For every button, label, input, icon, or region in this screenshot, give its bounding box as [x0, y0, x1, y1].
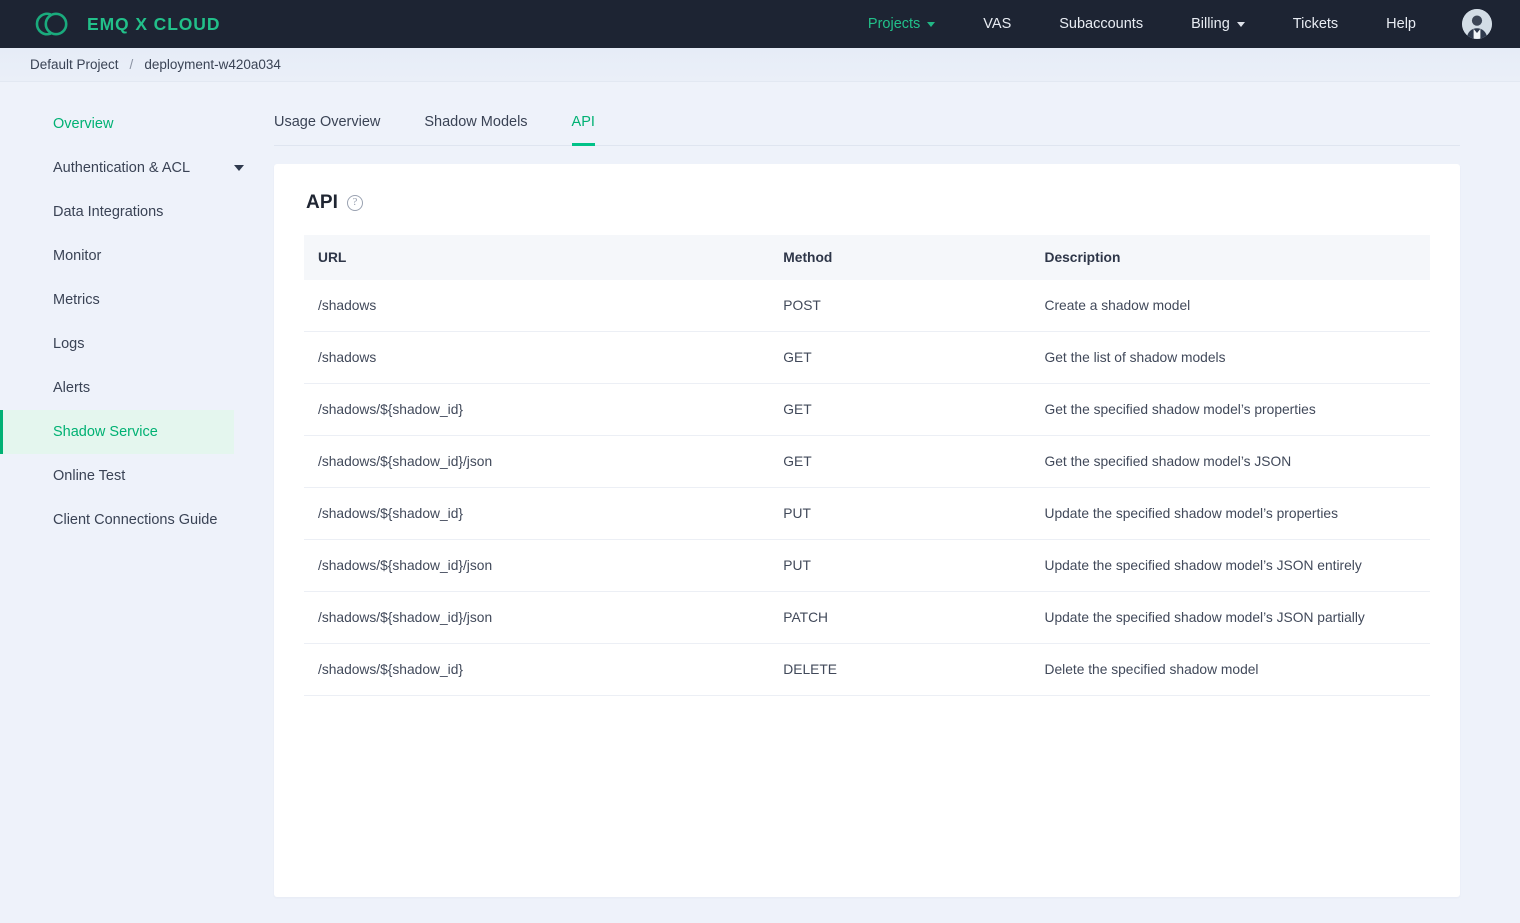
table-row: /shadows/${shadow_id}/json GET Get the s… [304, 436, 1430, 488]
nav-item-subaccounts-label: Subaccounts [1059, 16, 1143, 32]
sidebar-item-overview-label: Overview [53, 117, 113, 132]
cell-url: /shadows/${shadow_id} [304, 488, 771, 540]
sidebar-item-alerts[interactable]: Alerts [0, 366, 274, 410]
page-title: API [306, 192, 338, 214]
table-row: /shadows/${shadow_id} DELETE Delete the … [304, 644, 1430, 696]
nav-item-help[interactable]: Help [1362, 0, 1440, 48]
cell-method: PATCH [771, 592, 1032, 644]
cell-url: /shadows/${shadow_id} [304, 644, 771, 696]
nav-item-projects[interactable]: Projects [844, 0, 959, 48]
cell-url: /shadows [304, 280, 771, 332]
breadcrumb: Default Project / deployment-w420a034 [0, 48, 1520, 82]
cell-description: Get the specified shadow model’s propert… [1033, 384, 1431, 436]
card-header: API ? [304, 192, 1430, 214]
page-layout: Overview Authentication & ACL Data Integ… [0, 82, 1520, 923]
sidebar-item-logs-label: Logs [53, 337, 84, 352]
nav-item-projects-label: Projects [868, 16, 920, 32]
sidebar-item-online-test[interactable]: Online Test [0, 454, 274, 498]
table-row: /shadows/${shadow_id}/json PUT Update th… [304, 540, 1430, 592]
breadcrumb-deployment[interactable]: deployment-w420a034 [144, 57, 281, 72]
table-header: URL Method Description [304, 235, 1430, 280]
emqx-rings-logo-icon [28, 9, 76, 39]
cell-description: Delete the specified shadow model [1033, 644, 1431, 696]
sidebar-item-metrics-label: Metrics [53, 293, 100, 308]
sidebar-item-monitor[interactable]: Monitor [0, 234, 274, 278]
cell-url: /shadows [304, 332, 771, 384]
sidebar-item-client-connections-guide[interactable]: Client Connections Guide [0, 498, 274, 542]
breadcrumb-separator: / [130, 57, 134, 72]
column-header-description: Description [1033, 235, 1431, 280]
tab-usage-overview[interactable]: Usage Overview [274, 114, 380, 146]
cell-url: /shadows/${shadow_id} [304, 384, 771, 436]
nav-item-billing[interactable]: Billing [1167, 0, 1269, 48]
cell-description: Create a shadow model [1033, 280, 1431, 332]
chevron-down-icon [234, 165, 244, 171]
sidebar-item-shadow-service[interactable]: Shadow Service [0, 410, 234, 454]
table-header-row: URL Method Description [304, 235, 1430, 280]
nav-item-tickets-label: Tickets [1293, 16, 1338, 32]
chevron-down-icon [1237, 22, 1245, 27]
top-nav-items: Projects VAS Subaccounts Billing Tickets… [844, 0, 1498, 48]
cell-method: GET [771, 332, 1032, 384]
sidebar: Overview Authentication & ACL Data Integ… [0, 82, 274, 923]
table-row: /shadows/${shadow_id} GET Get the specif… [304, 384, 1430, 436]
sidebar-item-metrics[interactable]: Metrics [0, 278, 274, 322]
cell-description: Update the specified shadow model’s JSON… [1033, 592, 1431, 644]
cell-url: /shadows/${shadow_id}/json [304, 436, 771, 488]
table-body: /shadows POST Create a shadow model /sha… [304, 280, 1430, 696]
brand-logo-link[interactable]: EMQ X CLOUD [28, 9, 220, 39]
cell-description: Get the specified shadow model’s JSON [1033, 436, 1431, 488]
nav-item-billing-label: Billing [1191, 16, 1230, 32]
cell-description: Update the specified shadow model’s JSON… [1033, 540, 1431, 592]
cell-url: /shadows/${shadow_id}/json [304, 592, 771, 644]
sidebar-item-online-test-label: Online Test [53, 469, 125, 484]
nav-item-tickets[interactable]: Tickets [1269, 0, 1362, 48]
tab-api[interactable]: API [572, 114, 595, 146]
sidebar-item-client-connections-guide-label: Client Connections Guide [53, 513, 217, 528]
user-avatar[interactable] [1462, 9, 1492, 39]
breadcrumb-project[interactable]: Default Project [30, 57, 119, 72]
api-card: API ? URL Method Description /shadows [274, 164, 1460, 897]
cell-description: Update the specified shadow model’s prop… [1033, 488, 1431, 540]
cell-method: PUT [771, 488, 1032, 540]
tab-bar: Usage Overview Shadow Models API [274, 90, 1460, 146]
column-header-url: URL [304, 235, 771, 280]
sidebar-item-monitor-label: Monitor [53, 249, 101, 264]
cell-url: /shadows/${shadow_id}/json [304, 540, 771, 592]
sidebar-item-data-integrations[interactable]: Data Integrations [0, 190, 274, 234]
sidebar-item-alerts-label: Alerts [53, 381, 90, 396]
main-content: Usage Overview Shadow Models API API ? U… [274, 82, 1520, 923]
sidebar-item-logs[interactable]: Logs [0, 322, 274, 366]
cell-method: POST [771, 280, 1032, 332]
question-circle-icon[interactable]: ? [347, 195, 363, 211]
brand-name: EMQ X CLOUD [87, 14, 220, 35]
api-endpoints-table: URL Method Description /shadows POST Cre… [304, 235, 1430, 696]
table-row: /shadows/${shadow_id}/json PATCH Update … [304, 592, 1430, 644]
cell-description: Get the list of shadow models [1033, 332, 1431, 384]
sidebar-item-shadow-service-label: Shadow Service [53, 425, 158, 440]
nav-item-help-label: Help [1386, 16, 1416, 32]
nav-item-vas-label: VAS [983, 16, 1011, 32]
top-navigation-bar: EMQ X CLOUD Projects VAS Subaccounts Bil… [0, 0, 1520, 48]
sidebar-item-authentication-acl-label: Authentication & ACL [53, 161, 190, 176]
nav-item-vas[interactable]: VAS [959, 0, 1035, 48]
sidebar-item-overview[interactable]: Overview [0, 102, 274, 146]
sidebar-item-data-integrations-label: Data Integrations [53, 205, 163, 220]
cell-method: GET [771, 384, 1032, 436]
sidebar-item-authentication-acl[interactable]: Authentication & ACL [0, 146, 274, 190]
table-row: /shadows POST Create a shadow model [304, 280, 1430, 332]
cell-method: PUT [771, 540, 1032, 592]
table-row: /shadows GET Get the list of shadow mode… [304, 332, 1430, 384]
cell-method: GET [771, 436, 1032, 488]
nav-item-subaccounts[interactable]: Subaccounts [1035, 0, 1167, 48]
chevron-down-icon [927, 22, 935, 27]
tab-shadow-models[interactable]: Shadow Models [424, 114, 527, 146]
column-header-method: Method [771, 235, 1032, 280]
cell-method: DELETE [771, 644, 1032, 696]
table-row: /shadows/${shadow_id} PUT Update the spe… [304, 488, 1430, 540]
